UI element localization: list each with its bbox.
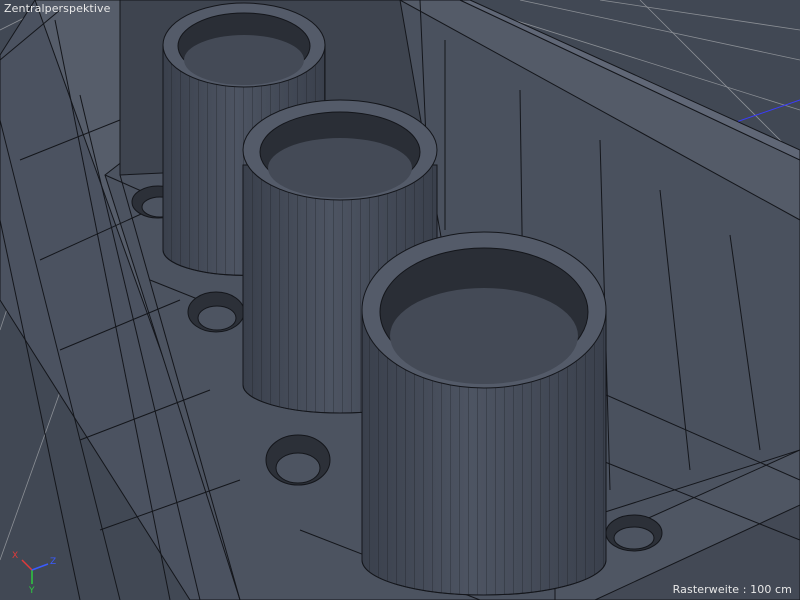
axis-z-label: Z: [50, 557, 56, 567]
viewport-3d[interactable]: Zentralperspektive Rasterweite : 100 cm …: [0, 0, 800, 600]
cylinder: [361, 231, 607, 596]
viewport-title[interactable]: Zentralperspektive: [4, 2, 110, 15]
scene-render[interactable]: [0, 0, 800, 600]
axis-gizmo-icon: X Z Y: [12, 551, 56, 594]
grid-spacing-label: Rasterweite : 100 cm: [672, 583, 792, 596]
hole: [605, 514, 663, 552]
axis-x-label: X: [12, 551, 18, 561]
hole: [265, 434, 331, 486]
axis-y-label: Y: [28, 586, 35, 594]
hole: [187, 291, 245, 333]
